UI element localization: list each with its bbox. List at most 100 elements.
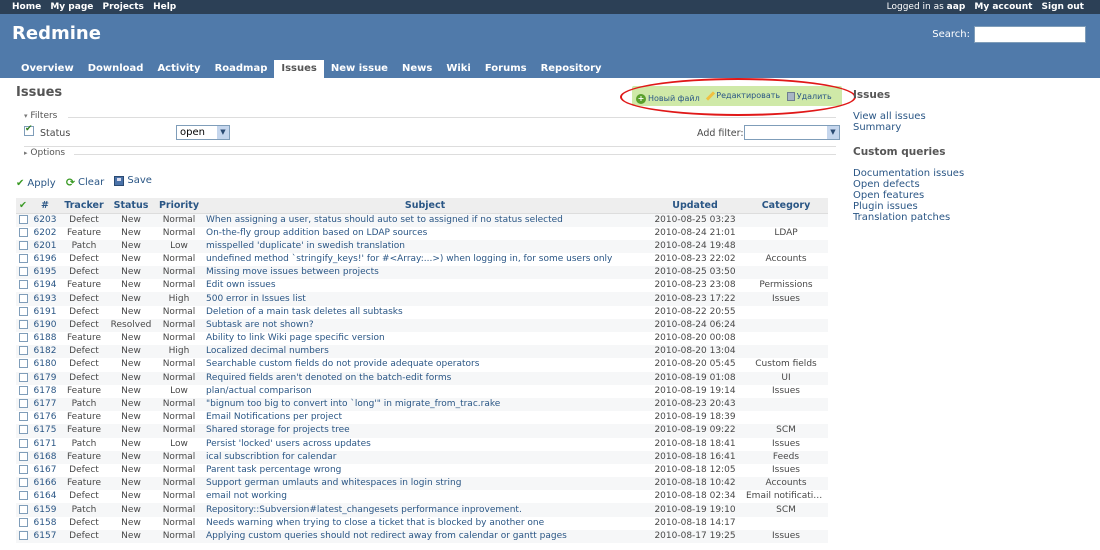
issue-subject-cell[interactable]: Email Notifications per project bbox=[204, 411, 646, 425]
table-row[interactable]: 6195 Defect New Normal Missing move issues b… bbox=[16, 266, 828, 280]
row-checkbox-box[interactable] bbox=[18, 346, 28, 356]
table-row[interactable]: 6158 Defect New Normal Needs warning when tr… bbox=[16, 516, 828, 530]
row-checkbox-cell[interactable] bbox=[16, 358, 30, 372]
issue-subject-cell[interactable]: Persist 'locked' users across updates bbox=[204, 437, 646, 451]
table-row[interactable]: 6194 Feature New Normal Edit own issues 2010-… bbox=[16, 279, 828, 293]
row-checkbox-box[interactable] bbox=[18, 478, 28, 488]
issue-id-cell[interactable]: 6188 bbox=[30, 332, 60, 346]
issue-subject-link[interactable]: Parent task percentage wrong bbox=[206, 465, 341, 475]
row-checkbox-cell[interactable] bbox=[16, 411, 30, 425]
issue-id-cell[interactable]: 6158 bbox=[30, 516, 60, 530]
tab-new-issue[interactable]: New issue bbox=[324, 60, 395, 78]
issue-id-link[interactable]: 6196 bbox=[34, 254, 57, 264]
issue-subject-cell[interactable]: Searchable custom fields do not provide … bbox=[204, 358, 646, 372]
filters-legend[interactable]: ▾ Filters bbox=[24, 111, 57, 121]
row-checkbox-cell[interactable] bbox=[16, 490, 30, 504]
issue-subject-link[interactable]: Persist 'locked' users across updates bbox=[206, 439, 371, 449]
column-header-category[interactable]: Category bbox=[744, 198, 828, 214]
row-checkbox-box[interactable] bbox=[18, 438, 28, 448]
issue-id-link[interactable]: 6166 bbox=[34, 478, 57, 488]
top-link-my-account[interactable]: My account bbox=[974, 2, 1032, 12]
issue-id-cell[interactable]: 6164 bbox=[30, 490, 60, 504]
table-row[interactable]: 6167 Defect New Normal Parent task percentag… bbox=[16, 463, 828, 478]
tab-wiki[interactable]: Wiki bbox=[439, 60, 478, 78]
issue-subject-cell[interactable]: email not working bbox=[204, 490, 646, 504]
row-checkbox-cell[interactable] bbox=[16, 332, 30, 346]
row-checkbox-cell[interactable] bbox=[16, 226, 30, 240]
row-checkbox-cell[interactable] bbox=[16, 437, 30, 451]
issue-subject-cell[interactable]: Required fields aren't denoted on the ba… bbox=[204, 371, 646, 385]
issue-subject-link[interactable]: email not working bbox=[206, 491, 287, 501]
row-checkbox-cell[interactable] bbox=[16, 516, 30, 530]
table-row[interactable]: 6201 Patch New Low misspelled 'duplicate' in… bbox=[16, 239, 828, 253]
issue-id-link[interactable]: 6167 bbox=[34, 465, 57, 475]
row-checkbox-box[interactable] bbox=[18, 491, 28, 501]
issue-subject-link[interactable]: Ability to link Wiki page specific versi… bbox=[206, 333, 385, 343]
sidebar-link-plugin-issues[interactable]: Plugin issues bbox=[853, 201, 918, 212]
new-file-button[interactable]: + Новый файл bbox=[636, 89, 700, 109]
issue-subject-link[interactable]: Localized decimal numbers bbox=[206, 346, 329, 356]
issue-id-link[interactable]: 6178 bbox=[34, 386, 57, 396]
table-row[interactable]: 6196 Defect New Normal undefined method `str… bbox=[16, 252, 828, 267]
issue-subject-cell[interactable]: plan/actual comparison bbox=[204, 384, 646, 398]
table-row[interactable]: 6179 Defect New Normal Required fields aren'… bbox=[16, 371, 828, 385]
table-row[interactable]: 6188 Feature New Normal Ability to link Wiki… bbox=[16, 332, 828, 346]
sidebar-link-open-defects[interactable]: Open defects bbox=[853, 179, 920, 190]
row-checkbox-box[interactable] bbox=[18, 359, 28, 369]
column-header-updated[interactable]: Updated bbox=[646, 198, 744, 214]
issue-id-link[interactable]: 6201 bbox=[34, 241, 57, 251]
row-checkbox-cell[interactable] bbox=[16, 239, 30, 253]
search-input[interactable] bbox=[974, 26, 1086, 43]
issue-subject-cell[interactable]: Applying custom queries should not redir… bbox=[204, 529, 646, 543]
row-checkbox-box[interactable] bbox=[18, 267, 28, 277]
issue-subject-cell[interactable]: misspelled 'duplicate' in swedish transl… bbox=[204, 239, 646, 253]
row-checkbox-cell[interactable] bbox=[16, 305, 30, 319]
issue-id-link[interactable]: 6202 bbox=[34, 228, 57, 238]
row-checkbox-cell[interactable] bbox=[16, 252, 30, 267]
column-header-tracker[interactable]: Tracker bbox=[60, 198, 108, 214]
issue-id-cell[interactable]: 6194 bbox=[30, 279, 60, 293]
issue-id-link[interactable]: 6158 bbox=[34, 518, 57, 528]
table-row[interactable]: 6177 Patch New Normal "bignum too big to con… bbox=[16, 397, 828, 412]
tab-issues[interactable]: Issues bbox=[274, 60, 324, 78]
issue-id-cell[interactable]: 6168 bbox=[30, 450, 60, 464]
row-checkbox-box[interactable] bbox=[18, 385, 28, 395]
row-checkbox-box[interactable] bbox=[18, 214, 28, 224]
issue-subject-link[interactable]: Deletion of a main task deletes all subt… bbox=[206, 307, 403, 317]
tab-roadmap[interactable]: Roadmap bbox=[208, 60, 275, 78]
issue-subject-cell[interactable]: Deletion of a main task deletes all subt… bbox=[204, 305, 646, 319]
sidebar-link-documentation-issues[interactable]: Documentation issues bbox=[853, 168, 964, 179]
select-all-toggle[interactable]: ✔ bbox=[16, 198, 30, 214]
top-link-projects[interactable]: Projects bbox=[103, 2, 144, 12]
issue-id-cell[interactable]: 6191 bbox=[30, 305, 60, 319]
issue-subject-link[interactable]: Shared storage for projects tree bbox=[206, 425, 350, 435]
table-row[interactable]: 6159 Patch New Normal Repository::Subversion… bbox=[16, 503, 828, 517]
issue-subject-link[interactable]: Repository::Subversion#latest_changesets… bbox=[206, 505, 522, 515]
issue-id-cell[interactable]: 6201 bbox=[30, 239, 60, 253]
tab-repository[interactable]: Repository bbox=[534, 60, 609, 78]
status-operator-select[interactable]: open ▼ bbox=[176, 125, 230, 140]
issue-id-cell[interactable]: 6178 bbox=[30, 384, 60, 398]
issue-subject-link[interactable]: Required fields aren't denoted on the ba… bbox=[206, 373, 451, 383]
row-checkbox-box[interactable] bbox=[18, 293, 28, 303]
issue-subject-link[interactable]: Email Notifications per project bbox=[206, 412, 342, 422]
app-title[interactable]: Redmine bbox=[12, 23, 101, 44]
row-checkbox-cell[interactable] bbox=[16, 463, 30, 478]
row-checkbox-cell[interactable] bbox=[16, 345, 30, 359]
issue-id-cell[interactable]: 6182 bbox=[30, 345, 60, 359]
issue-subject-link[interactable]: "bignum too big to convert into `long'" … bbox=[206, 399, 500, 409]
table-row[interactable]: 6191 Defect New Normal Deletion of a main ta… bbox=[16, 305, 828, 319]
issue-subject-link[interactable]: Support german umlauts and whitespaces i… bbox=[206, 478, 461, 488]
issue-subject-cell[interactable]: 500 error in Issues list bbox=[204, 292, 646, 306]
issue-subject-cell[interactable]: Repository::Subversion#latest_changesets… bbox=[204, 503, 646, 517]
issue-subject-cell[interactable]: Ability to link Wiki page specific versi… bbox=[204, 332, 646, 346]
issue-id-cell[interactable]: 6157 bbox=[30, 529, 60, 543]
top-link-help[interactable]: Help bbox=[153, 2, 176, 12]
issue-subject-link[interactable]: ical subscribtion for calendar bbox=[206, 452, 336, 462]
issue-id-link[interactable]: 6168 bbox=[34, 452, 57, 462]
top-link-sign-out[interactable]: Sign out bbox=[1042, 2, 1084, 12]
table-row[interactable]: 6168 Feature New Normal ical subscribtion fo… bbox=[16, 450, 828, 464]
table-row[interactable]: 6164 Defect New Normal email not working 2010… bbox=[16, 490, 828, 504]
tab-forums[interactable]: Forums bbox=[478, 60, 534, 78]
issue-id-cell[interactable]: 6179 bbox=[30, 371, 60, 385]
